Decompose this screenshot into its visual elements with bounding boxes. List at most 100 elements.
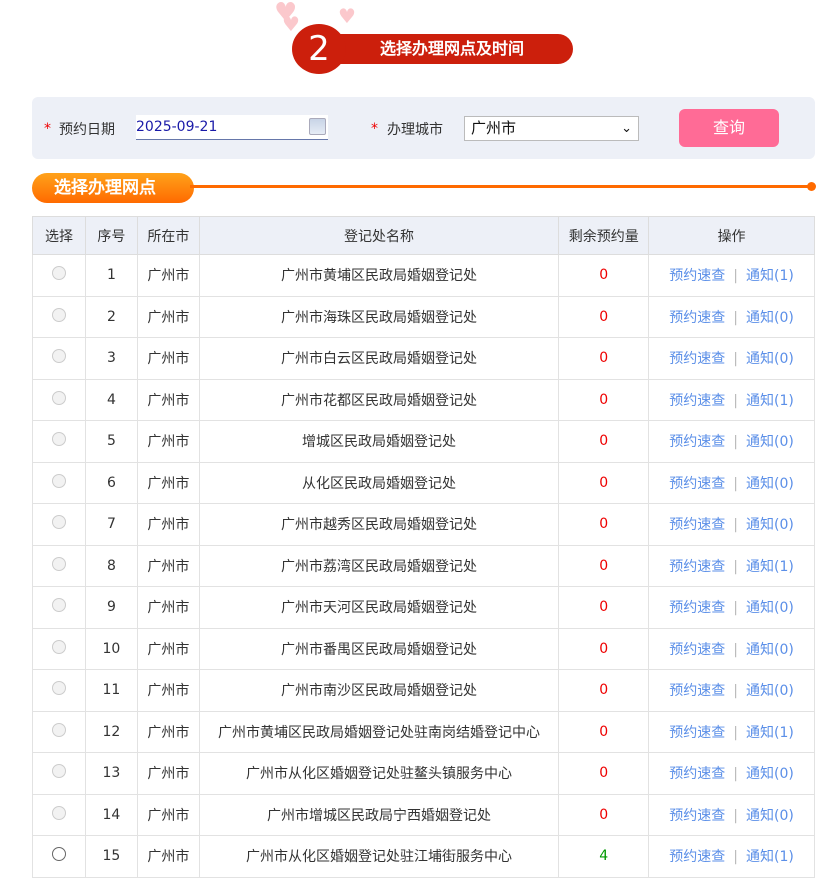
select-radio[interactable] — [51, 349, 66, 364]
book-lookup-link[interactable]: 预约速查 — [669, 559, 725, 575]
step-title: 选择办理网点及时间 — [318, 34, 573, 64]
book-lookup-link[interactable]: 预约速查 — [669, 600, 725, 616]
row-remaining: 0 — [558, 544, 650, 587]
row-office-name: 广州市增城区民政局宁西婚姻登记处 — [198, 793, 560, 836]
separator: | — [733, 849, 738, 866]
book-lookup-link[interactable]: 预约速查 — [669, 766, 725, 782]
row-no: 2 — [84, 295, 138, 338]
table-row: 6 广州市 从化区民政局婚姻登记处 0 预约速查 | 通知(0) — [32, 461, 815, 504]
separator: | — [733, 807, 738, 824]
date-label: 预约日期 — [59, 122, 115, 138]
select-radio[interactable] — [51, 390, 66, 405]
notice-link[interactable]: 通知(1) — [746, 268, 794, 284]
query-button[interactable]: 查询 — [679, 109, 779, 147]
row-no: 8 — [84, 544, 138, 587]
step-number: 2 — [292, 24, 346, 74]
separator: | — [733, 475, 738, 492]
row-office-name: 广州市越秀区民政局婚姻登记处 — [198, 503, 560, 546]
notice-link[interactable]: 通知(0) — [746, 517, 794, 533]
table-row: 11 广州市 广州市南沙区民政局婚姻登记处 0 预约速查 | 通知(0) — [32, 669, 815, 712]
row-city: 广州市 — [136, 586, 200, 629]
date-value: 2025-09-21 — [136, 119, 218, 135]
book-lookup-link[interactable]: 预约速查 — [669, 683, 725, 699]
date-input[interactable]: 2025-09-21 — [136, 115, 328, 140]
select-radio[interactable] — [51, 805, 66, 820]
book-lookup-link[interactable]: 预约速查 — [669, 434, 725, 450]
select-radio[interactable] — [51, 847, 66, 862]
header-remain: 剩余预约量 — [558, 216, 650, 255]
separator: | — [733, 724, 738, 741]
book-lookup-link[interactable]: 预约速查 — [669, 849, 725, 865]
book-lookup-link[interactable]: 预约速查 — [669, 310, 725, 326]
notice-link[interactable]: 通知(0) — [746, 642, 794, 658]
notice-link[interactable]: 通知(1) — [746, 559, 794, 575]
step-banner: ♥ ♥ ♥ 选择办理网点及时间 2 — [274, 0, 580, 74]
row-remaining: 0 — [558, 669, 650, 712]
table-row: 9 广州市 广州市天河区民政局婚姻登记处 0 预约速查 | 通知(0) — [32, 586, 815, 629]
select-radio[interactable] — [51, 639, 66, 654]
header-select: 选择 — [32, 216, 86, 255]
select-radio[interactable] — [51, 598, 66, 613]
calendar-icon[interactable] — [309, 118, 326, 135]
notice-link[interactable]: 通知(0) — [746, 310, 794, 326]
row-remaining: 0 — [558, 752, 650, 795]
row-city: 广州市 — [136, 793, 200, 836]
table-row: 13 广州市 广州市从化区婚姻登记处驻鳌头镇服务中心 0 预约速查 | 通知(0) — [32, 752, 815, 795]
notice-link[interactable]: 通知(0) — [746, 808, 794, 824]
notice-link[interactable]: 通知(1) — [746, 849, 794, 865]
row-no: 6 — [84, 461, 138, 504]
row-city: 广州市 — [136, 627, 200, 670]
book-lookup-link[interactable]: 预约速查 — [669, 351, 725, 367]
notice-link[interactable]: 通知(1) — [746, 725, 794, 741]
notice-link[interactable]: 通知(0) — [746, 766, 794, 782]
header-name: 登记处名称 — [198, 216, 560, 255]
separator: | — [733, 766, 738, 783]
separator: | — [733, 558, 738, 575]
book-lookup-link[interactable]: 预约速查 — [669, 642, 725, 658]
book-lookup-link[interactable]: 预约速查 — [669, 393, 725, 409]
row-no: 11 — [84, 669, 138, 712]
select-radio[interactable] — [51, 432, 66, 447]
select-radio[interactable] — [51, 515, 66, 530]
row-remaining: 0 — [558, 710, 650, 753]
row-no: 4 — [84, 378, 138, 421]
book-lookup-link[interactable]: 预约速查 — [669, 517, 725, 533]
row-office-name: 广州市黄埔区民政局婚姻登记处 — [198, 254, 560, 297]
book-lookup-link[interactable]: 预约速查 — [669, 725, 725, 741]
book-lookup-link[interactable]: 预约速查 — [669, 476, 725, 492]
select-radio[interactable] — [51, 556, 66, 571]
row-office-name: 从化区民政局婚姻登记处 — [198, 461, 560, 504]
row-no: 14 — [84, 793, 138, 836]
select-radio[interactable] — [51, 266, 66, 281]
row-remaining: 0 — [558, 503, 650, 546]
select-radio[interactable] — [51, 764, 66, 779]
row-city: 广州市 — [136, 669, 200, 712]
row-city: 广州市 — [136, 295, 200, 338]
select-radio[interactable] — [51, 473, 66, 488]
row-no: 13 — [84, 752, 138, 795]
separator: | — [733, 600, 738, 617]
row-office-name: 广州市从化区婚姻登记处驻江埔街服务中心 — [198, 835, 560, 878]
header-city: 所在市 — [136, 216, 200, 255]
row-office-name: 广州市番禺区民政局婚姻登记处 — [198, 627, 560, 670]
select-radio[interactable] — [51, 307, 66, 322]
notice-link[interactable]: 通知(0) — [746, 434, 794, 450]
select-radio[interactable] — [51, 681, 66, 696]
book-lookup-link[interactable]: 预约速查 — [669, 268, 725, 284]
row-city: 广州市 — [136, 835, 200, 878]
separator: | — [733, 351, 738, 368]
city-select[interactable]: 广州市 ⌄ — [464, 116, 639, 141]
row-city: 广州市 — [136, 378, 200, 421]
notice-link[interactable]: 通知(0) — [746, 476, 794, 492]
notice-link[interactable]: 通知(1) — [746, 393, 794, 409]
separator: | — [733, 392, 738, 409]
table-row: 12 广州市 广州市黄埔区民政局婚姻登记处驻南岗结婚登记中心 0 预约速查 | 通知… — [32, 710, 815, 753]
notice-link[interactable]: 通知(0) — [746, 351, 794, 367]
select-radio[interactable] — [51, 722, 66, 737]
row-city: 广州市 — [136, 461, 200, 504]
row-office-name: 广州市海珠区民政局婚姻登记处 — [198, 295, 560, 338]
row-remaining: 0 — [558, 337, 650, 380]
notice-link[interactable]: 通知(0) — [746, 683, 794, 699]
book-lookup-link[interactable]: 预约速查 — [669, 808, 725, 824]
notice-link[interactable]: 通知(0) — [746, 600, 794, 616]
